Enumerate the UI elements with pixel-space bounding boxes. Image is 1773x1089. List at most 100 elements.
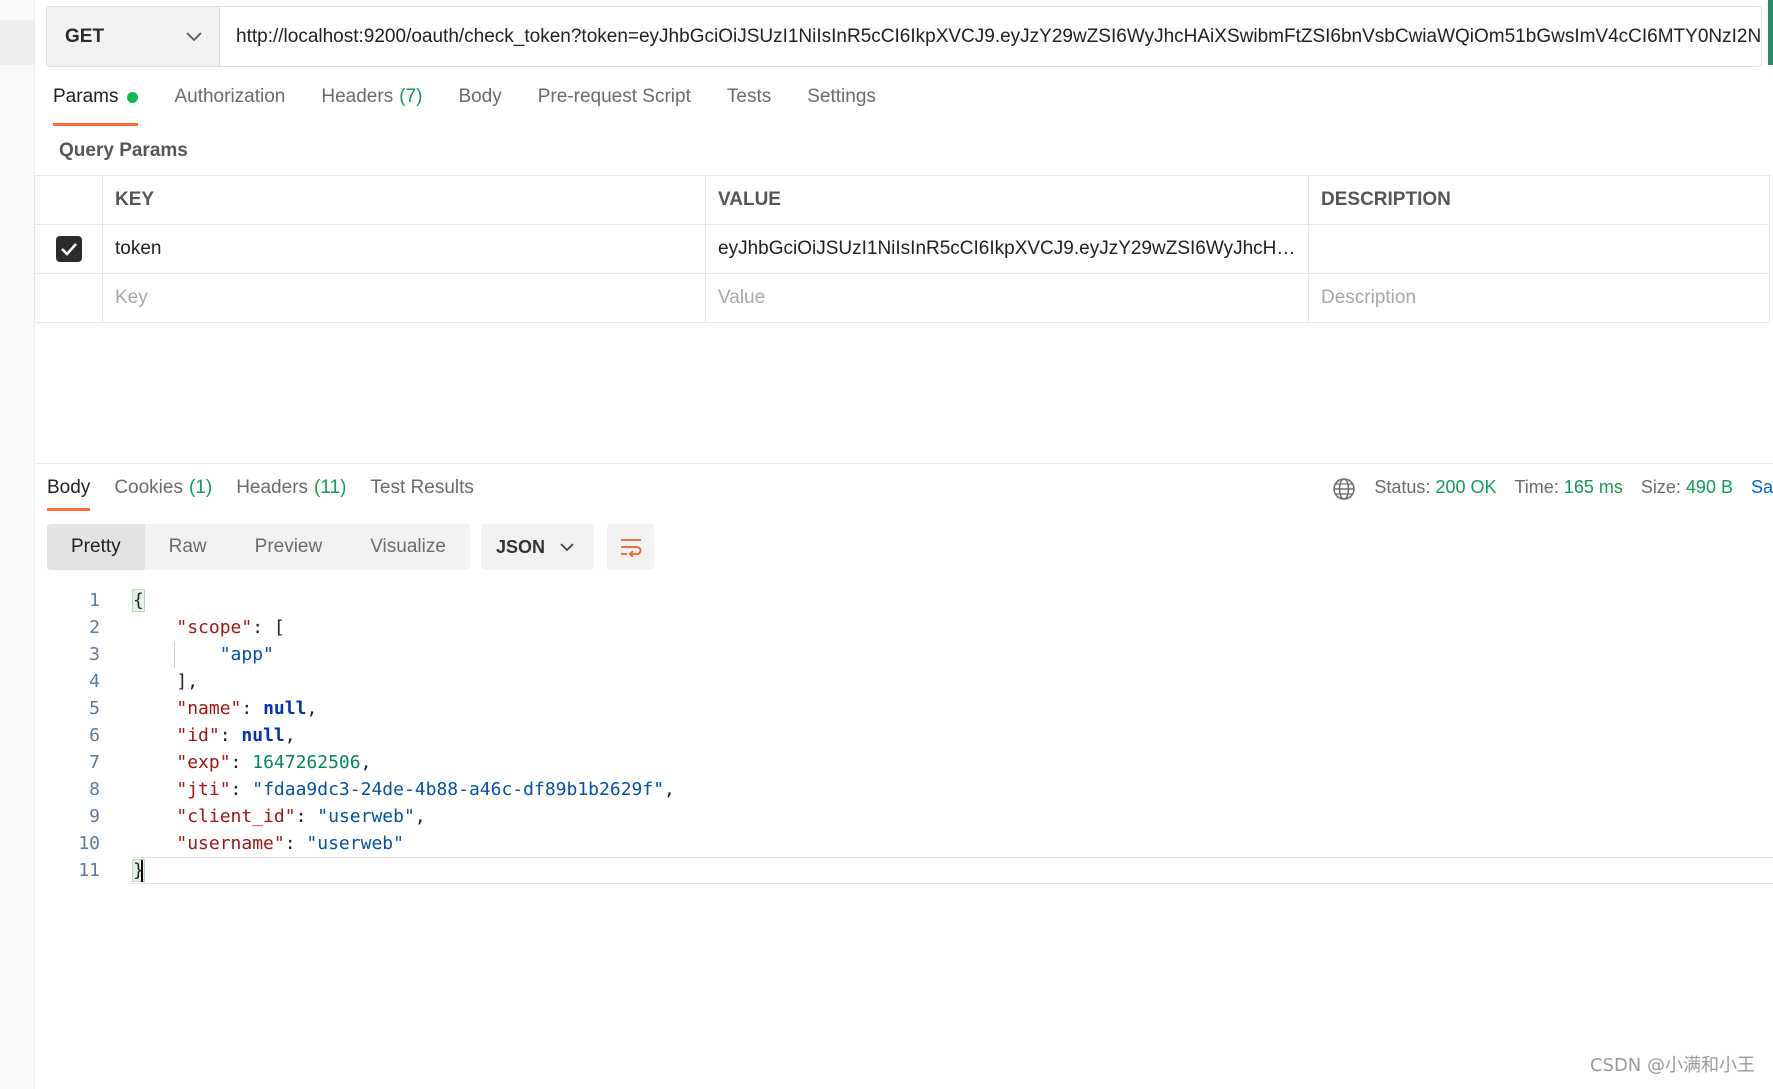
time-indicator[interactable]: Time: 165 ms bbox=[1514, 477, 1622, 498]
view-mode-group: Pretty Raw Preview Visualize bbox=[47, 524, 470, 570]
time-value: 165 ms bbox=[1563, 477, 1623, 497]
send-button-edge[interactable] bbox=[1768, 0, 1773, 65]
wrap-lines-button[interactable] bbox=[607, 524, 654, 570]
response-tabs: Body Cookies (1) Headers (11) Test Results bbox=[47, 477, 486, 511]
json-string: "fdaa9dc3-24de-4b88-a46c-df89b1b2629f" bbox=[252, 779, 665, 800]
json-key: "id" bbox=[176, 725, 220, 746]
method-label: GET bbox=[65, 25, 105, 47]
params-active-dot bbox=[127, 92, 139, 103]
tab-label: Params bbox=[53, 86, 119, 107]
request-url-bar: GET http://localhost:9200/oauth/check_to… bbox=[46, 6, 1762, 67]
tab-label: Headers bbox=[236, 477, 309, 498]
text-caret bbox=[141, 860, 143, 882]
line-number: 6 bbox=[89, 725, 100, 746]
tab-body[interactable]: Body bbox=[440, 86, 519, 126]
json-key: "name" bbox=[176, 698, 242, 719]
param-value-cell[interactable]: eyJhbGciOiJSUzI1NiIsInR5cCI6IkpXVCJ9.eyJ… bbox=[705, 224, 1309, 274]
json-key: "exp" bbox=[176, 752, 231, 773]
format-select[interactable]: JSON bbox=[481, 524, 594, 570]
time-label: Time: bbox=[1514, 477, 1559, 497]
new-key-input[interactable]: Key bbox=[102, 273, 706, 323]
table-header-row: KEY VALUE DESCRIPTION bbox=[34, 175, 1770, 225]
json-null: null bbox=[241, 725, 285, 746]
line-number: 4 bbox=[89, 671, 100, 692]
status-label: Status: bbox=[1374, 477, 1431, 497]
line-number: 9 bbox=[89, 806, 100, 827]
query-params-table: KEY VALUE DESCRIPTION token eyJhbGciOiJS… bbox=[34, 175, 1770, 323]
row-enable-checkbox[interactable] bbox=[55, 236, 82, 262]
mode-pretty[interactable]: Pretty bbox=[47, 524, 145, 570]
mode-visualize[interactable]: Visualize bbox=[346, 524, 470, 570]
tab-params[interactable]: Params bbox=[53, 86, 156, 126]
json-key: "jti" bbox=[176, 779, 231, 800]
line-number: 8 bbox=[89, 779, 100, 800]
tab-label: Pre-request Script bbox=[537, 86, 691, 107]
tab-label: Body bbox=[47, 477, 91, 498]
sidebar-selected-item[interactable] bbox=[0, 20, 34, 65]
tab-pre-request-script[interactable]: Pre-request Script bbox=[520, 86, 709, 126]
key-column-header: KEY bbox=[102, 175, 706, 225]
code-line: 5 "name": null, bbox=[50, 695, 1773, 722]
tab-response-body[interactable]: Body bbox=[47, 477, 102, 511]
new-description-input[interactable]: Description bbox=[1308, 273, 1770, 323]
response-meta: Status: 200 OK Time: 165 ms Size: 490 B … bbox=[1332, 477, 1773, 507]
save-response-button[interactable]: Sa bbox=[1751, 477, 1773, 498]
code-line: 6 "id": null, bbox=[50, 722, 1773, 749]
tab-label: Test Results bbox=[370, 477, 474, 498]
tab-cookies[interactable]: Cookies (1) bbox=[102, 477, 224, 511]
size-indicator[interactable]: Size: 490 B bbox=[1641, 477, 1733, 498]
line-number: 7 bbox=[89, 752, 100, 773]
line-number: 10 bbox=[78, 833, 100, 854]
tab-headers[interactable]: Headers (7) bbox=[303, 86, 440, 126]
mode-preview[interactable]: Preview bbox=[231, 524, 347, 570]
left-sidebar-strip bbox=[0, 0, 35, 1089]
url-input[interactable]: http://localhost:9200/oauth/check_token?… bbox=[220, 7, 1761, 66]
tab-response-headers[interactable]: Headers (11) bbox=[224, 477, 358, 511]
table-row-empty: Key Value Description bbox=[34, 273, 1770, 323]
response-code-editor[interactable]: 1{ 2 "scope": [ 3 "app" 4 ], 5 "name": n… bbox=[50, 587, 1773, 884]
row-checkbox-cell bbox=[34, 224, 103, 274]
tab-test-results[interactable]: Test Results bbox=[358, 477, 485, 511]
line-number: 3 bbox=[89, 644, 100, 665]
param-key-cell[interactable]: token bbox=[102, 224, 706, 274]
status-value: 200 OK bbox=[1435, 477, 1497, 497]
method-select[interactable]: GET bbox=[47, 7, 220, 66]
tab-tests[interactable]: Tests bbox=[709, 86, 789, 126]
code-line: 1{ bbox=[50, 587, 1773, 614]
brace: { bbox=[132, 589, 145, 612]
json-key: "username" bbox=[176, 833, 285, 854]
json-string: "userweb" bbox=[317, 806, 415, 827]
size-value: 490 B bbox=[1685, 477, 1733, 497]
param-description-cell[interactable] bbox=[1308, 224, 1770, 274]
code-line: 4 ], bbox=[50, 668, 1773, 695]
checkmark-icon bbox=[60, 243, 77, 256]
tab-count: (7) bbox=[399, 86, 423, 107]
tab-label: Body bbox=[458, 86, 502, 107]
status-indicator[interactable]: Status: 200 OK bbox=[1374, 477, 1496, 498]
tab-label: Tests bbox=[726, 86, 772, 107]
code-line: 2 "scope": [ bbox=[50, 614, 1773, 641]
code-line: 7 "exp": 1647262506, bbox=[50, 749, 1773, 776]
json-number: 1647262506 bbox=[252, 752, 361, 773]
json-null: null bbox=[263, 698, 307, 719]
chevron-down-icon bbox=[185, 28, 203, 46]
tab-settings[interactable]: Settings bbox=[789, 86, 894, 126]
table-row: token eyJhbGciOiJSUzI1NiIsInR5cCI6IkpXVC… bbox=[34, 224, 1770, 274]
empty-checkbox-cell bbox=[34, 273, 103, 323]
chevron-down-icon bbox=[558, 538, 576, 556]
json-key: "scope" bbox=[176, 617, 253, 638]
line-number: 11 bbox=[78, 860, 100, 881]
globe-icon[interactable] bbox=[1332, 477, 1356, 501]
code-line: 3 "app" bbox=[50, 641, 1773, 668]
format-label: JSON bbox=[496, 536, 546, 557]
tab-label: Cookies bbox=[114, 477, 183, 498]
line-number: 5 bbox=[89, 698, 100, 719]
tab-label: Headers bbox=[321, 86, 394, 107]
watermark: CSDN @小满和小王 bbox=[1589, 1055, 1755, 1076]
json-string: "userweb" bbox=[306, 833, 404, 854]
tab-authorization[interactable]: Authorization bbox=[156, 86, 303, 126]
pane-divider[interactable] bbox=[34, 463, 1773, 464]
mode-raw[interactable]: Raw bbox=[145, 524, 231, 570]
new-value-input[interactable]: Value bbox=[705, 273, 1309, 323]
code-line: 8 "jti": "fdaa9dc3-24de-4b88-a46c-df89b1… bbox=[50, 776, 1773, 803]
